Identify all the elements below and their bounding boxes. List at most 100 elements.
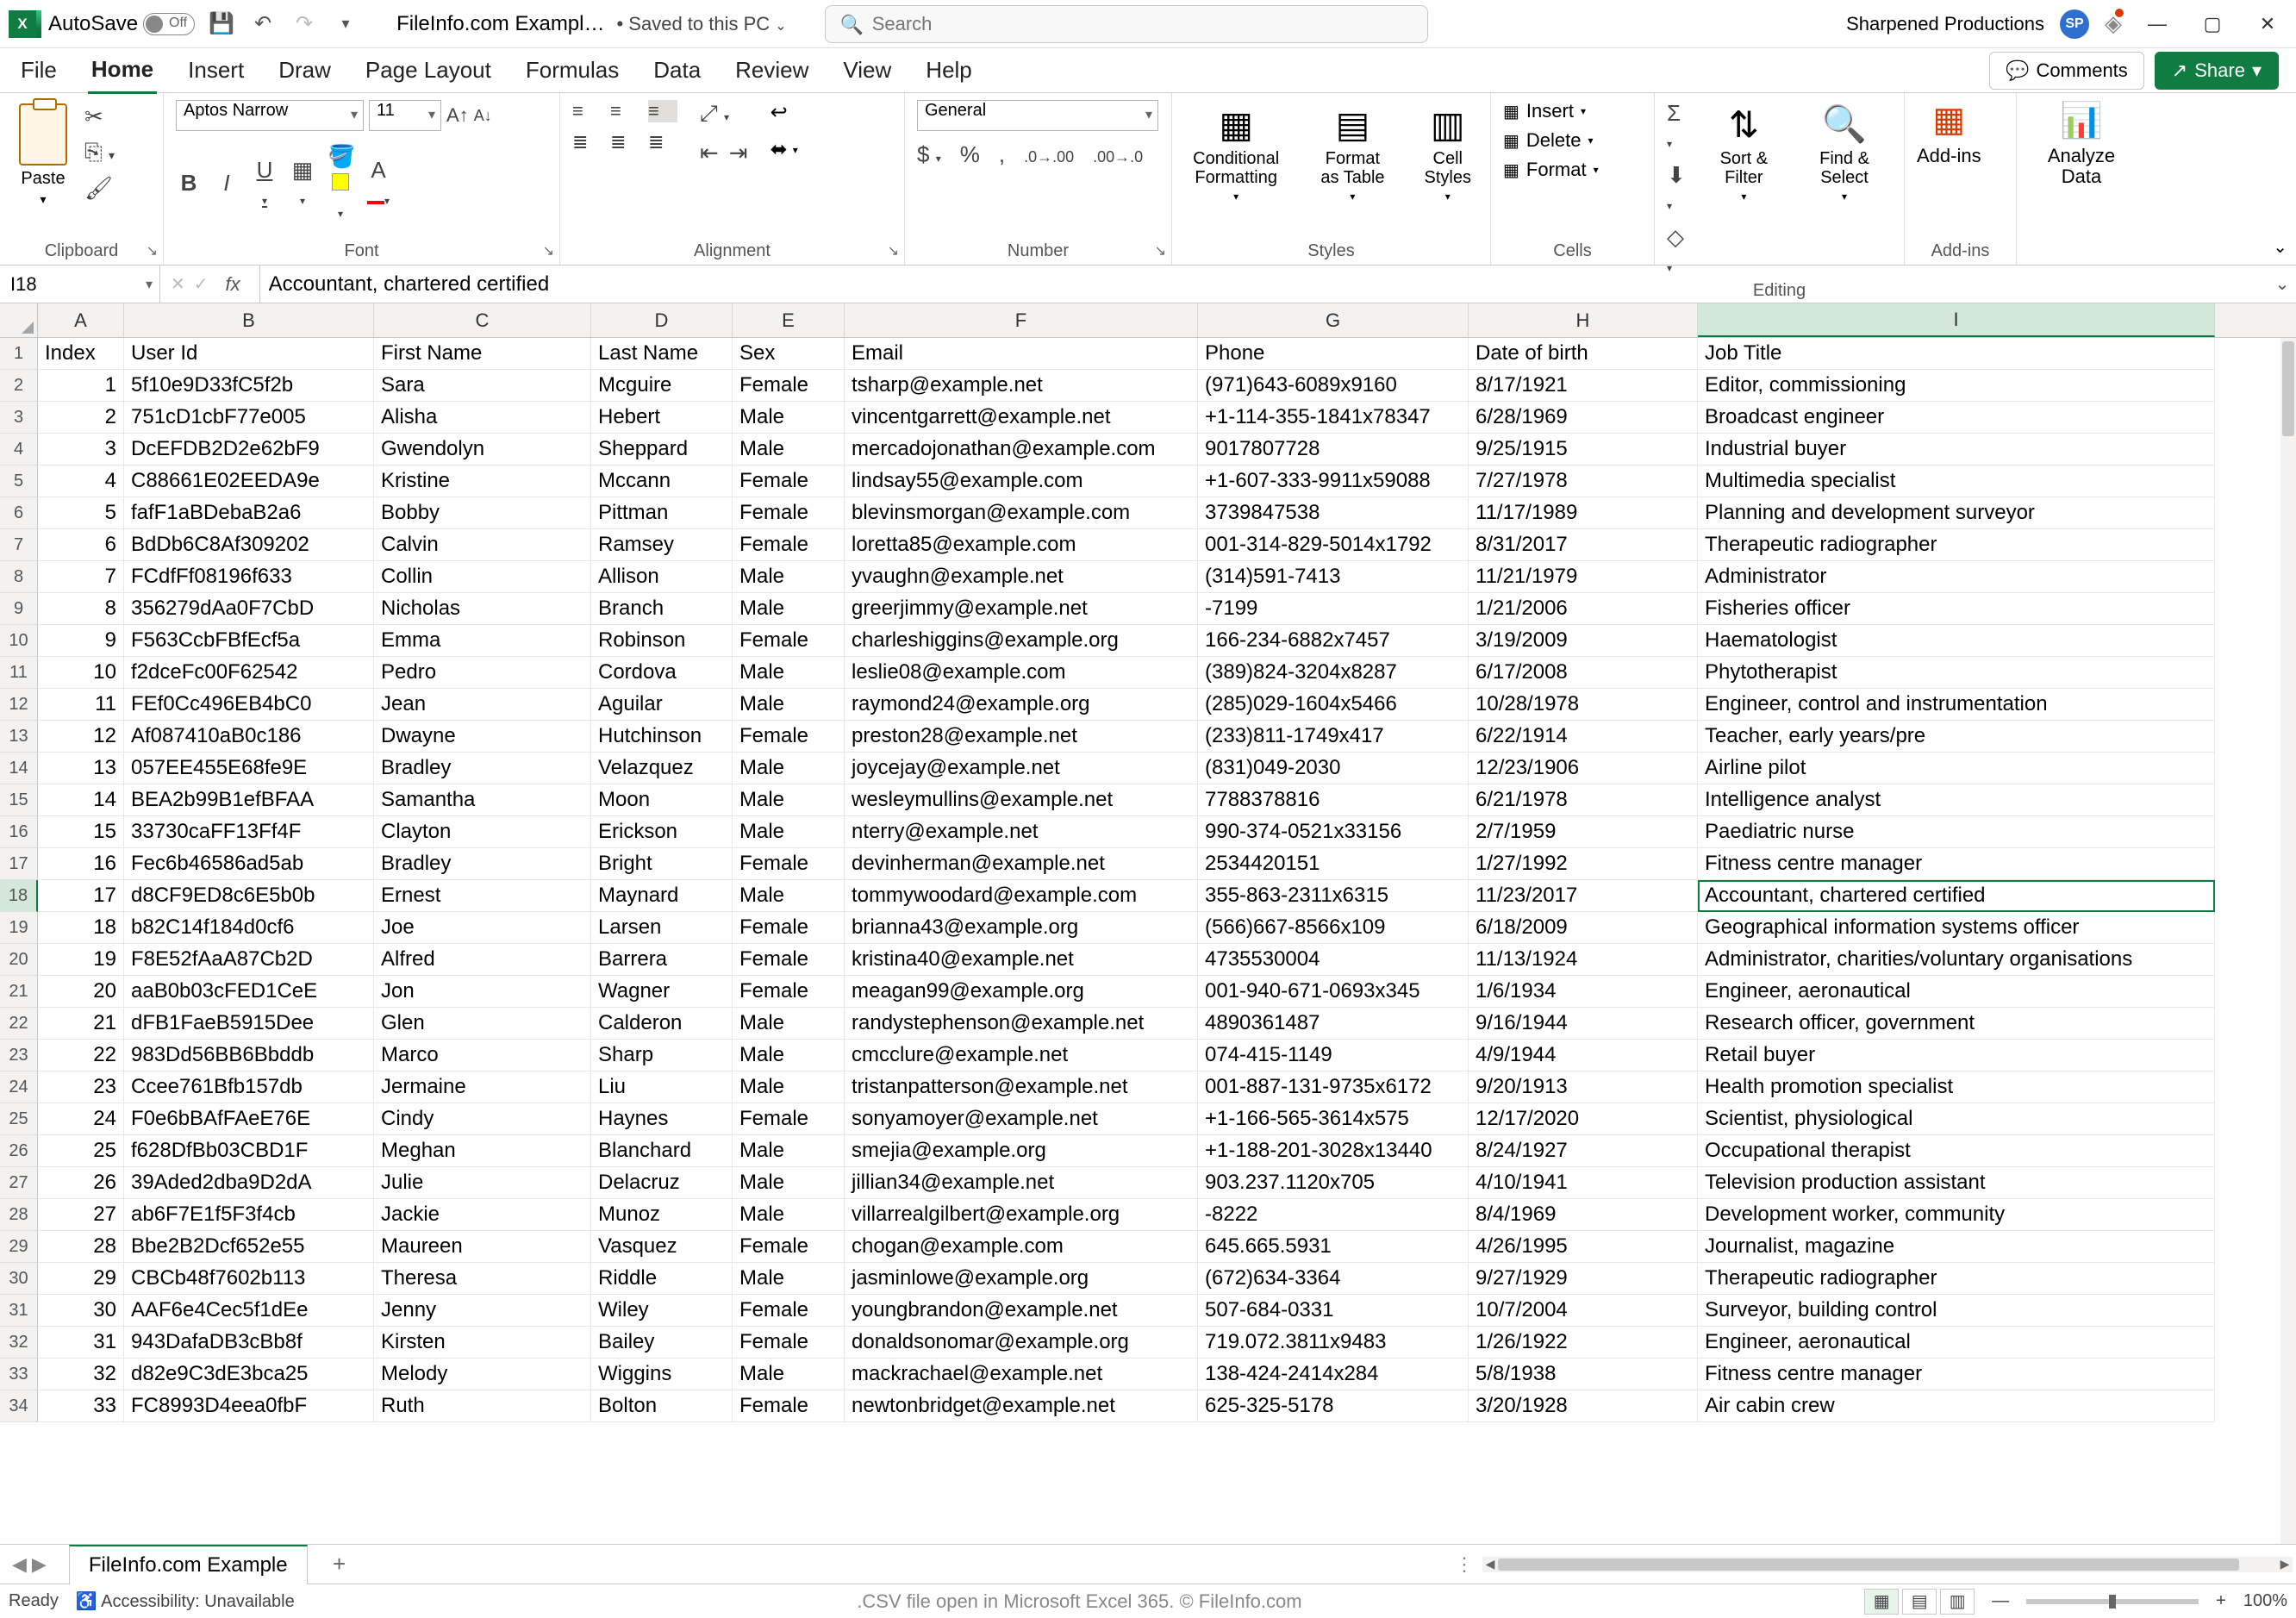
data-cell[interactable]: yvaughn@example.net xyxy=(845,561,1198,593)
data-cell[interactable]: (233)811-1749x417 xyxy=(1198,721,1469,753)
data-cell[interactable]: Cindy xyxy=(374,1103,591,1135)
data-cell[interactable]: Bobby xyxy=(374,497,591,529)
data-cell[interactable]: 12/17/2020 xyxy=(1469,1103,1698,1135)
zoom-percent[interactable]: 100% xyxy=(2243,1591,2287,1611)
data-cell[interactable]: 1/26/1922 xyxy=(1469,1327,1698,1359)
data-cell[interactable]: Teacher, early years/pre xyxy=(1698,721,2215,753)
hscroll-right[interactable]: ▶ xyxy=(2277,1557,2293,1572)
column-header-F[interactable]: F xyxy=(845,303,1198,337)
autosave-toggle[interactable]: Off xyxy=(143,13,195,35)
data-cell[interactable]: Research officer, government xyxy=(1698,1008,2215,1040)
data-cell[interactable]: 7 xyxy=(38,561,124,593)
header-cell[interactable]: Job Title xyxy=(1698,338,2215,370)
data-cell[interactable]: Mcguire xyxy=(591,370,733,402)
header-cell[interactable]: Phone xyxy=(1198,338,1469,370)
data-cell[interactable]: 39Aded2dba9D2dA xyxy=(124,1167,374,1199)
data-cell[interactable]: tristanpatterson@example.net xyxy=(845,1071,1198,1103)
data-cell[interactable]: lindsay55@example.com xyxy=(845,465,1198,497)
data-cell[interactable]: Maynard xyxy=(591,880,733,912)
data-cell[interactable]: 33730caFF13Ff4F xyxy=(124,816,374,848)
data-cell[interactable]: 29 xyxy=(38,1263,124,1295)
data-cell[interactable]: Alfred xyxy=(374,944,591,976)
save-status-dropdown[interactable]: • Saved to this PC ⌄ xyxy=(616,13,786,35)
data-cell[interactable]: Intelligence analyst xyxy=(1698,784,2215,816)
column-header-B[interactable]: B xyxy=(124,303,374,337)
data-cell[interactable]: 31 xyxy=(38,1327,124,1359)
row-header[interactable]: 8 xyxy=(0,561,38,593)
data-cell[interactable]: 8/4/1969 xyxy=(1469,1199,1698,1231)
data-cell[interactable]: devinherman@example.net xyxy=(845,848,1198,880)
cut-button[interactable]: ✂ xyxy=(84,103,115,130)
data-cell[interactable]: 17 xyxy=(38,880,124,912)
data-cell[interactable]: ab6F7E1f5F3f4cb xyxy=(124,1199,374,1231)
data-cell[interactable]: 8/17/1921 xyxy=(1469,370,1698,402)
data-cell[interactable]: 507-684-0331 xyxy=(1198,1295,1469,1327)
data-cell[interactable]: Sara xyxy=(374,370,591,402)
format-cells-button[interactable]: ▦Format ▾ xyxy=(1503,159,1599,181)
maximize-button[interactable]: ▢ xyxy=(2193,7,2232,41)
row-header[interactable]: 10 xyxy=(0,625,38,657)
sheet-bar-options[interactable]: ⋮ xyxy=(1446,1553,1482,1576)
conditional-formatting-button[interactable]: ▦Conditional Formatting▾ xyxy=(1184,100,1288,206)
data-cell[interactable]: 625-325-5178 xyxy=(1198,1390,1469,1422)
data-cell[interactable]: Development worker, community xyxy=(1698,1199,2215,1231)
data-cell[interactable]: Velazquez xyxy=(591,753,733,784)
ribbon-tab-data[interactable]: Data xyxy=(650,48,704,92)
data-cell[interactable]: 27 xyxy=(38,1199,124,1231)
data-cell[interactable]: Calvin xyxy=(374,529,591,561)
data-cell[interactable]: -8222 xyxy=(1198,1199,1469,1231)
data-cell[interactable]: 2/7/1959 xyxy=(1469,816,1698,848)
header-cell[interactable]: First Name xyxy=(374,338,591,370)
undo-button[interactable]: ↶ xyxy=(248,9,278,39)
data-cell[interactable]: Airline pilot xyxy=(1698,753,2215,784)
data-cell[interactable]: 057EE455E68fe9E xyxy=(124,753,374,784)
data-cell[interactable]: Female xyxy=(733,370,845,402)
data-cell[interactable]: 4735530004 xyxy=(1198,944,1469,976)
autosum-button[interactable]: Σ ▾ xyxy=(1667,100,1691,153)
data-cell[interactable]: Female xyxy=(733,1327,845,1359)
horizontal-scrollbar[interactable]: ◀ ▶ xyxy=(1482,1557,2293,1572)
data-cell[interactable]: 24 xyxy=(38,1103,124,1135)
data-cell[interactable]: 8/31/2017 xyxy=(1469,529,1698,561)
data-cell[interactable]: Female xyxy=(733,1103,845,1135)
data-cell[interactable]: (566)667-8566x109 xyxy=(1198,912,1469,944)
ribbon-tab-help[interactable]: Help xyxy=(922,48,975,92)
data-cell[interactable]: 9/27/1929 xyxy=(1469,1263,1698,1295)
data-cell[interactable]: 4/9/1944 xyxy=(1469,1040,1698,1071)
premium-icon[interactable]: ◈ xyxy=(2105,10,2122,37)
data-cell[interactable]: Allison xyxy=(591,561,733,593)
row-header[interactable]: 19 xyxy=(0,912,38,944)
data-cell[interactable]: Ramsey xyxy=(591,529,733,561)
data-cell[interactable]: Industrial buyer xyxy=(1698,434,2215,465)
align-bottom[interactable]: ≡ xyxy=(648,100,677,122)
data-cell[interactable]: 001-940-671-0693x345 xyxy=(1198,976,1469,1008)
ribbon-tab-page-layout[interactable]: Page Layout xyxy=(362,48,495,92)
sheet-tab-active[interactable]: FileInfo.com Example xyxy=(69,1545,308,1584)
data-cell[interactable]: 990-374-0521x33156 xyxy=(1198,816,1469,848)
data-cell[interactable]: Fisheries officer xyxy=(1698,593,2215,625)
data-cell[interactable]: Editor, commissioning xyxy=(1698,370,2215,402)
name-box[interactable]: I18▾ xyxy=(0,266,160,303)
data-cell[interactable]: Ccee761Bfb157db xyxy=(124,1071,374,1103)
number-launcher[interactable]: ↘ xyxy=(1155,242,1166,259)
format-painter-button[interactable]: 🖌 xyxy=(84,175,115,202)
data-cell[interactable]: Moon xyxy=(591,784,733,816)
data-cell[interactable]: aaB0b03cFED1CeE xyxy=(124,976,374,1008)
row-header[interactable]: 14 xyxy=(0,753,38,784)
data-cell[interactable]: Dwayne xyxy=(374,721,591,753)
align-left[interactable]: ≣ xyxy=(572,131,602,153)
data-cell[interactable]: Kirsten xyxy=(374,1327,591,1359)
ribbon-tab-draw[interactable]: Draw xyxy=(275,48,334,92)
data-cell[interactable]: Joe xyxy=(374,912,591,944)
data-cell[interactable]: 751cD1cbF77e005 xyxy=(124,402,374,434)
data-cell[interactable]: Delacruz xyxy=(591,1167,733,1199)
header-cell[interactable]: Sex xyxy=(733,338,845,370)
row-header[interactable]: 29 xyxy=(0,1231,38,1263)
data-cell[interactable]: Paediatric nurse xyxy=(1698,816,2215,848)
data-cell[interactable]: +1-607-333-9911x59088 xyxy=(1198,465,1469,497)
data-cell[interactable]: 10/28/1978 xyxy=(1469,689,1698,721)
data-cell[interactable]: Male xyxy=(733,434,845,465)
data-cell[interactable]: 32 xyxy=(38,1359,124,1390)
font-launcher[interactable]: ↘ xyxy=(543,242,554,259)
format-as-table-button[interactable]: ▤Format as Table▾ xyxy=(1313,100,1391,206)
